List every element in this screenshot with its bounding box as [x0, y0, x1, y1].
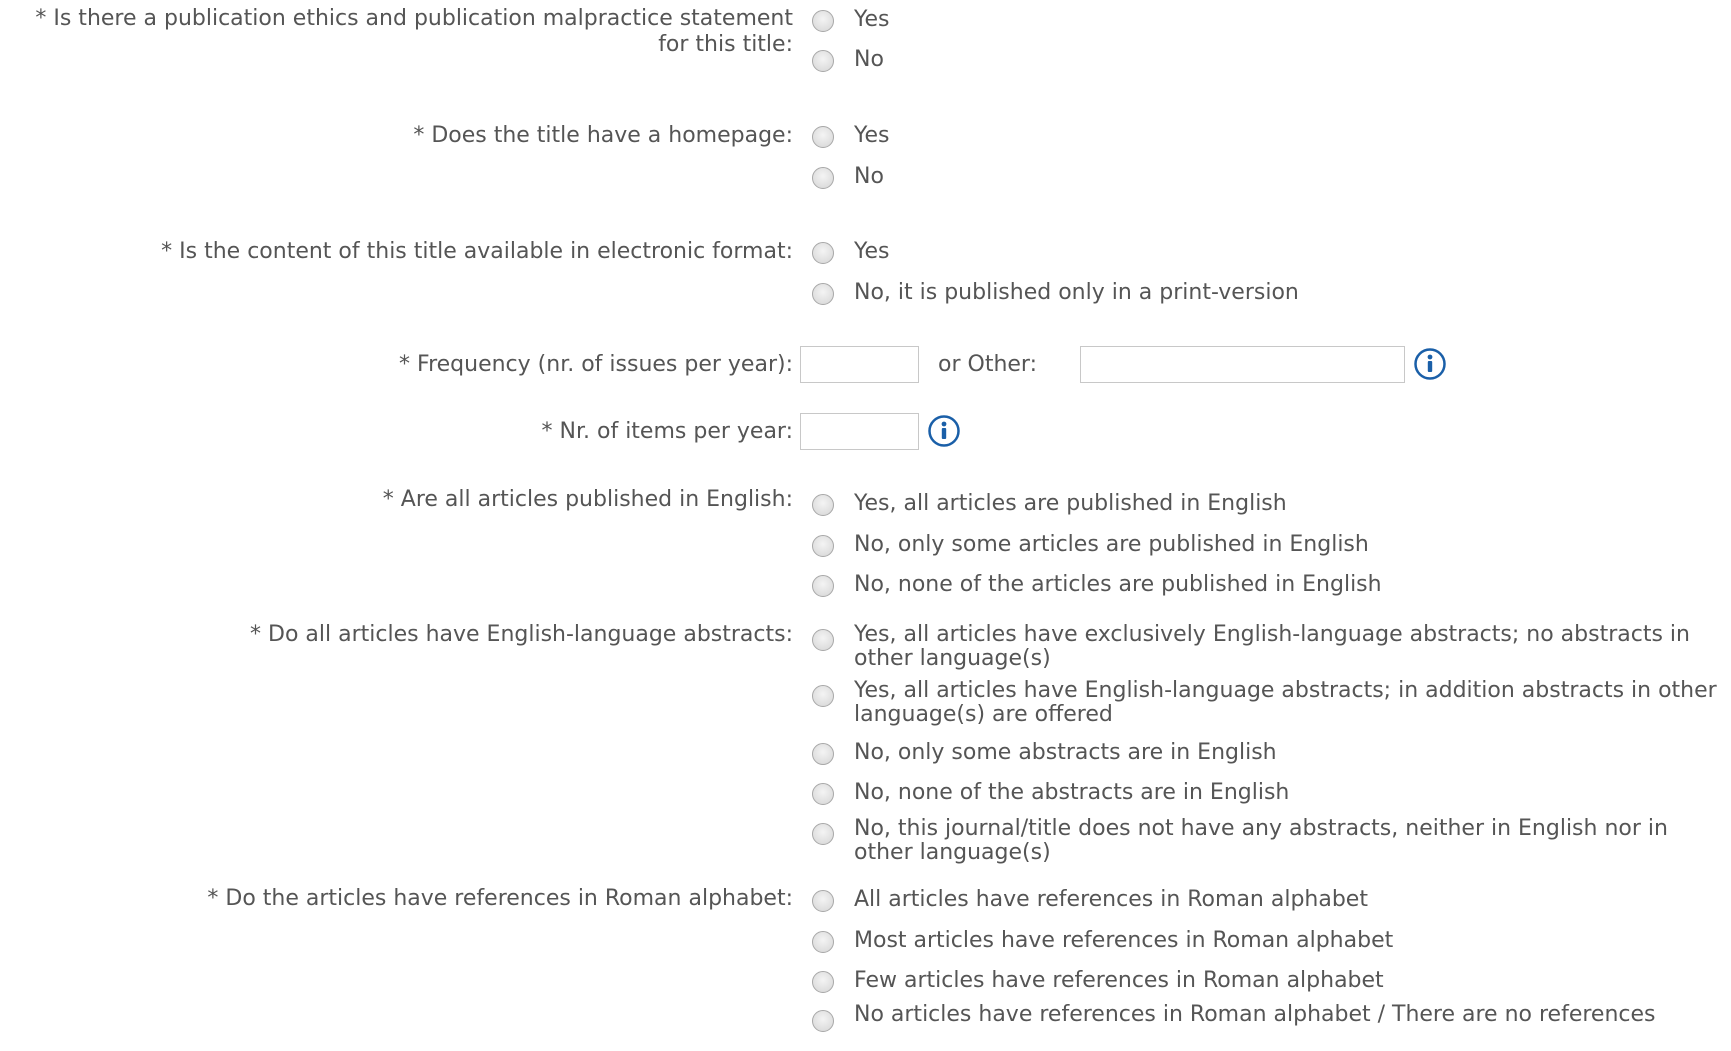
frequency-other-input[interactable]	[1080, 346, 1405, 383]
english-option-none[interactable]: No, none of the articles are published i…	[812, 573, 1382, 597]
references-option-all[interactable]: All articles have references in Roman al…	[812, 888, 1368, 912]
homepage-option-yes[interactable]: Yes	[812, 124, 890, 148]
homepage-option-no[interactable]: No	[812, 165, 884, 189]
option-label: No	[854, 47, 884, 72]
ethics-option-yes[interactable]: Yes	[812, 8, 890, 32]
option-label: No, only some abstracts are in English	[854, 740, 1277, 765]
electronic-option-print-only[interactable]: No, it is published only in a print-vers…	[812, 281, 1299, 305]
roman-references-label: * Do the articles have references in Rom…	[207, 886, 793, 911]
radio-button[interactable]	[812, 685, 834, 707]
info-icon[interactable]	[1414, 348, 1446, 380]
radio-button[interactable]	[812, 126, 834, 148]
abstracts-option-exclusive[interactable]: Yes, all articles have exclusively Engli…	[812, 623, 1731, 671]
option-label: Yes	[854, 7, 890, 32]
abstracts-option-additional[interactable]: Yes, all articles have English-language …	[812, 679, 1731, 727]
radio-button[interactable]	[812, 743, 834, 765]
option-label: Yes, all articles have exclusively Engli…	[854, 622, 1690, 671]
radio-button[interactable]	[812, 242, 834, 264]
option-label: Few articles have references in Roman al…	[854, 968, 1384, 993]
option-label: All articles have references in Roman al…	[854, 887, 1368, 912]
radio-button[interactable]	[812, 931, 834, 953]
electronic-option-yes[interactable]: Yes	[812, 240, 890, 264]
option-label: Yes	[854, 123, 890, 148]
option-label: Yes, all articles have English-language …	[854, 678, 1717, 727]
english-option-some[interactable]: No, only some articles are published in …	[812, 533, 1369, 557]
radio-button[interactable]	[812, 823, 834, 845]
option-label: No, it is published only in a print-vers…	[854, 280, 1299, 305]
option-label: No, this journal/title does not have any…	[854, 816, 1668, 865]
radio-button[interactable]	[812, 971, 834, 993]
option-label: No articles have references in Roman alp…	[854, 1002, 1656, 1027]
items-per-year-label: * Nr. of items per year:	[541, 419, 793, 444]
english-abstracts-label: * Do all articles have English-language …	[250, 622, 793, 647]
english-articles-label: * Are all articles published in English:	[382, 487, 793, 512]
abstracts-option-none[interactable]: No, none of the abstracts are in English	[812, 781, 1289, 805]
radio-button[interactable]	[812, 167, 834, 189]
radio-button[interactable]	[812, 890, 834, 912]
option-label: No	[854, 164, 884, 189]
homepage-label: * Does the title have a homepage:	[413, 123, 793, 148]
radio-button[interactable]	[812, 283, 834, 305]
option-label: Yes	[854, 239, 890, 264]
abstracts-option-some[interactable]: No, only some abstracts are in English	[812, 741, 1277, 765]
electronic-format-label: * Is the content of this title available…	[161, 239, 793, 264]
option-label: No, none of the articles are published i…	[854, 572, 1382, 597]
radio-button[interactable]	[812, 50, 834, 72]
english-option-all[interactable]: Yes, all articles are published in Engli…	[812, 492, 1287, 516]
radio-button[interactable]	[812, 1010, 834, 1032]
radio-button[interactable]	[812, 535, 834, 557]
frequency-input[interactable]	[800, 346, 919, 383]
items-per-year-input[interactable]	[800, 413, 919, 450]
info-icon[interactable]	[928, 415, 960, 447]
references-option-none[interactable]: No articles have references in Roman alp…	[812, 1004, 1714, 1032]
ethics-option-no[interactable]: No	[812, 48, 884, 72]
frequency-other-label: or Other:	[938, 352, 1037, 377]
radio-button[interactable]	[812, 629, 834, 651]
radio-button[interactable]	[812, 10, 834, 32]
ethics-statement-label: * Is there a publication ethics and publ…	[35, 6, 793, 57]
references-option-few[interactable]: Few articles have references in Roman al…	[812, 969, 1384, 993]
option-label: Most articles have references in Roman a…	[854, 928, 1394, 953]
references-option-most[interactable]: Most articles have references in Roman a…	[812, 929, 1393, 953]
radio-button[interactable]	[812, 783, 834, 805]
option-label: No, none of the abstracts are in English	[854, 780, 1290, 805]
abstracts-option-no-abstracts[interactable]: No, this journal/title does not have any…	[812, 817, 1674, 865]
radio-button[interactable]	[812, 494, 834, 516]
option-label: Yes, all articles are published in Engli…	[854, 491, 1287, 516]
frequency-label: * Frequency (nr. of issues per year):	[399, 352, 793, 377]
radio-button[interactable]	[812, 575, 834, 597]
option-label: No, only some articles are published in …	[854, 532, 1369, 557]
